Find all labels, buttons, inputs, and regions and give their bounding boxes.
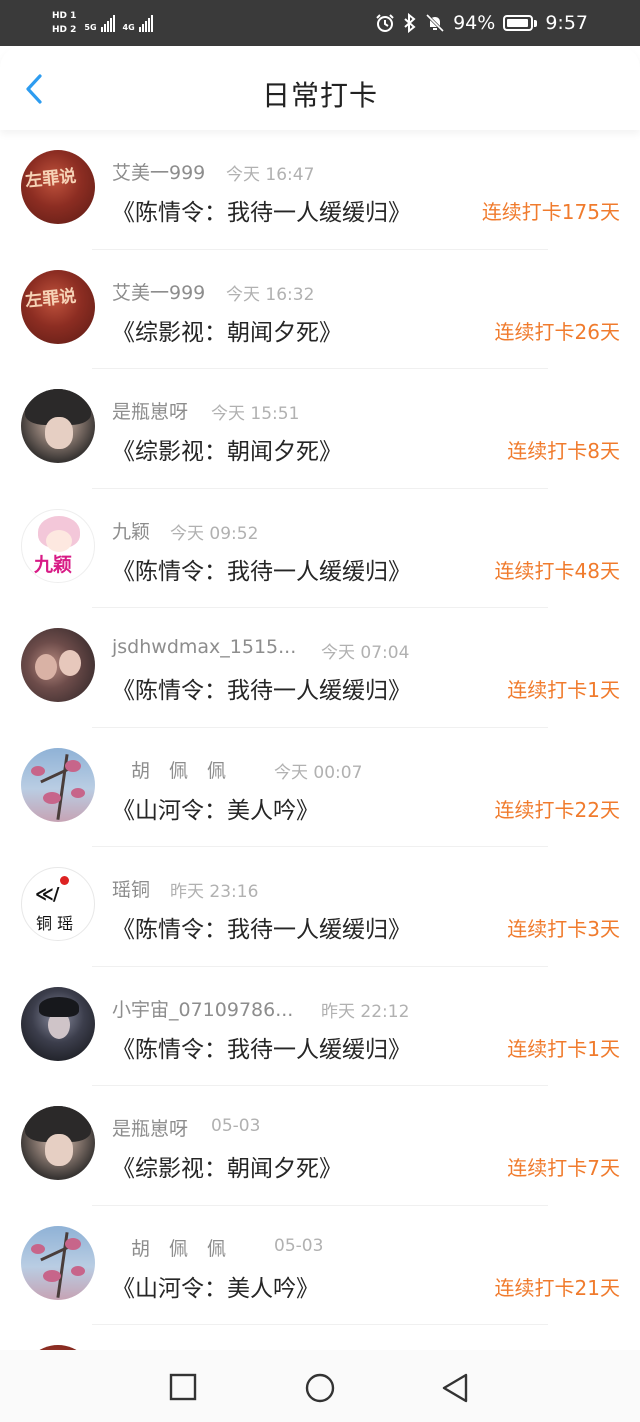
clock: 9:57 (545, 12, 588, 34)
list-item[interactable]: 胡 佩 佩 今天 00:07 《山河令：美人吟》 连续打卡22天 (0, 728, 640, 847)
streak-label: 连续打卡1天 (507, 1036, 620, 1061)
avatar[interactable] (21, 1106, 95, 1180)
username[interactable]: 胡 佩 佩 (112, 1234, 226, 1261)
network-type-1: 5G (84, 23, 97, 32)
list-item[interactable]: 胡 佩 佩 05-03 《山河令：美人吟》 连续打卡21天 (0, 1206, 640, 1325)
book-title[interactable]: 《陈情令：我待一人缓缓归》 (112, 910, 411, 944)
page-header: 日常打卡 (0, 46, 640, 130)
list-item[interactable]: 是瓶崽呀 05-03 《综影视：朝闻夕死》 连续打卡7天 (0, 1086, 640, 1206)
avatar[interactable]: 九颖 (21, 508, 95, 583)
username[interactable]: 是瓶崽呀 (112, 1114, 188, 1141)
timestamp: 05-03 (211, 1116, 261, 1136)
back-triangle-icon (442, 1373, 468, 1403)
streak-label: 连续打卡7天 (507, 1156, 620, 1180)
list-item[interactable]: 是瓶崽呀 今天 15:51 《综影视：朝闻夕死》 连续打卡8天 (0, 369, 640, 489)
hd1-label: HD 1 (52, 11, 77, 21)
avatar[interactable] (21, 986, 95, 1061)
streak-label: 连续打卡21天 (494, 1275, 620, 1300)
book-title[interactable]: 《陈情令：我待一人缓缓归》 (112, 671, 411, 705)
avatar[interactable]: 左罪说 (21, 269, 95, 344)
avatar-logo-text: 九颖 (34, 553, 73, 576)
username[interactable]: 胡 佩 佩 (112, 756, 226, 783)
home-button[interactable] (304, 1372, 335, 1403)
avatar[interactable]: ≪/铜 瑶 (21, 867, 95, 941)
username[interactable]: jsdhwdmax_1515... (112, 636, 296, 658)
timestamp: 今天 15:51 (211, 404, 300, 424)
username[interactable]: 艾美一999 (112, 158, 205, 185)
signal-bars-icon (138, 14, 153, 32)
divider (92, 1324, 548, 1325)
status-bar: HD 1 HD 2 5G 4G 94% 9:57 (0, 0, 640, 46)
streak-label: 连续打卡48天 (494, 558, 620, 583)
book-title[interactable]: 《陈情令：我待一人缓缓归》 (112, 552, 411, 586)
avatar[interactable] (21, 389, 95, 463)
battery-icon (503, 15, 538, 31)
avatar-logo-text: 左罪说 (24, 285, 78, 312)
timestamp: 今天 07:04 (321, 643, 410, 663)
timestamp: 今天 16:32 (226, 284, 315, 305)
book-title[interactable]: 《陈情令：我待一人缓缓归》 (112, 193, 411, 227)
timestamp: 今天 00:07 (274, 762, 363, 783)
battery-percent: 94% (453, 12, 496, 34)
username[interactable]: 是瓶崽呀 (112, 397, 188, 424)
book-title[interactable]: 《综影视：朝闻夕死》 (112, 313, 342, 347)
timestamp: 05-03 (274, 1235, 324, 1256)
back-nav-button[interactable] (440, 1372, 470, 1403)
list-item[interactable]: 左罪说 艾美一999 今天 16:47 《陈情令：我待一人缓缓归》 连续打卡17… (0, 130, 640, 250)
alarm-icon (376, 14, 394, 32)
list-item[interactable]: 九颖 九颖 今天 09:52 《陈情令：我待一人缓缓归》 连续打卡48天 (0, 489, 640, 608)
avatar[interactable]: 左罪说 (21, 150, 95, 224)
timestamp: 昨天 23:16 (170, 882, 259, 902)
timestamp: 昨天 22:12 (321, 1001, 410, 1022)
avatar[interactable] (21, 628, 95, 702)
username[interactable]: 艾美一999 (112, 278, 205, 305)
page-title: 日常打卡 (261, 79, 378, 112)
streak-label: 连续打卡8天 (507, 439, 620, 463)
signal-1: 5G (84, 14, 115, 32)
list-item[interactable]: jsdhwdmax_1515... 今天 07:04 《陈情令：我待一人缓缓归》… (0, 608, 640, 728)
list-item[interactable]: ≪/铜 瑶 瑶铜 昨天 23:16 《陈情令：我待一人缓缓归》 连续打卡3天 (0, 847, 640, 967)
timestamp: 今天 16:47 (226, 165, 315, 185)
book-title[interactable]: 《综影视：朝闻夕死》 (112, 1149, 342, 1183)
network-type-2: 4G (122, 23, 135, 32)
recents-button[interactable] (168, 1372, 198, 1402)
streak-label: 连续打卡22天 (494, 797, 620, 822)
recents-square-icon (169, 1373, 197, 1401)
avatar-logo-text: 左罪说 (24, 166, 78, 192)
timestamp: 今天 09:52 (170, 523, 259, 544)
list-item[interactable]: 小宇宙_07109786... 昨天 22:12 《陈情令：我待一人缓缓归》 连… (0, 967, 640, 1086)
system-nav-bar (0, 1350, 640, 1422)
book-title[interactable]: 《陈情令：我待一人缓缓归》 (112, 1030, 411, 1064)
list-item[interactable]: 左罪说 艾美一999 今天 16:32 《综影视：朝闻夕死》 连续打卡26天 (0, 250, 640, 369)
battery-fill (507, 19, 528, 27)
mute-icon (426, 13, 445, 33)
streak-label: 连续打卡1天 (507, 678, 620, 702)
avatar-logo-text: 铜 瑶 (36, 914, 74, 933)
home-circle-icon (305, 1373, 335, 1403)
book-title[interactable]: 《山河令：美人吟》 (112, 791, 319, 825)
hd-indicators: HD 1 HD 2 (52, 10, 76, 36)
checkin-list: 左罪说 艾美一999 今天 16:47 《陈情令：我待一人缓缓归》 连续打卡17… (0, 130, 640, 1325)
book-title[interactable]: 《山河令：美人吟》 (112, 1269, 319, 1303)
username[interactable]: 小宇宙_07109786... (112, 995, 293, 1022)
hd2-label: HD 2 (52, 25, 77, 35)
streak-label: 连续打卡26天 (494, 319, 620, 344)
book-title[interactable]: 《综影视：朝闻夕死》 (112, 432, 342, 466)
username[interactable]: 瑶铜 (112, 875, 150, 902)
signal-bars-icon (100, 14, 115, 32)
signal-2: 4G (123, 14, 153, 32)
bluetooth-icon (404, 13, 416, 33)
username[interactable]: 九颖 (112, 517, 150, 544)
streak-label: 连续打卡3天 (507, 917, 620, 941)
avatar[interactable] (21, 1225, 95, 1300)
streak-label: 连续打卡175天 (481, 200, 620, 224)
avatar[interactable] (21, 747, 95, 822)
status-right: 94% 9:57 (375, 0, 588, 46)
signal-area: HD 1 HD 2 5G 4G (52, 6, 153, 40)
